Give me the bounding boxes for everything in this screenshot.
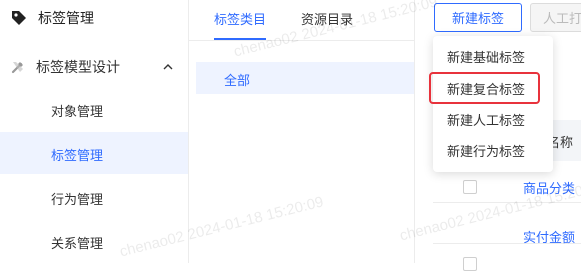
- tag-icon: [12, 11, 26, 25]
- sidebar-item-relation-management[interactable]: 关系管理: [0, 220, 188, 262]
- row-checkbox[interactable]: [463, 180, 477, 194]
- manual-tag-button[interactable]: 人工打: [530, 3, 581, 32]
- new-tag-button[interactable]: 新建标签: [434, 3, 522, 32]
- nav-group-tag-model-design[interactable]: 标签模型设计: [0, 52, 188, 82]
- menu-item-new-behavior-tag[interactable]: 新建行为标签: [447, 141, 525, 160]
- category-item-label: 全部: [224, 73, 251, 88]
- model-tools-icon: [11, 62, 23, 74]
- tab-tag-category[interactable]: 标签类目: [214, 9, 266, 28]
- row-checkbox[interactable]: [463, 257, 477, 271]
- menu-item-new-basic-tag[interactable]: 新建基础标签: [447, 47, 525, 66]
- sidebar-item-object-management[interactable]: 对象管理: [0, 88, 188, 130]
- tag-name-link[interactable]: 商品分类: [523, 178, 575, 197]
- sidebar-item-label: 标签管理: [51, 148, 104, 163]
- brand-title: 标签管理: [38, 10, 94, 26]
- category-item-all[interactable]: 全部: [196, 62, 414, 94]
- active-tab-indicator: [214, 38, 266, 40]
- tab-resource-directory[interactable]: 资源目录: [301, 9, 353, 28]
- sidebar-item-label: 关系管理: [51, 236, 104, 251]
- sidebar-item-behavior-management[interactable]: 行为管理: [0, 176, 188, 218]
- menu-item-new-composite-tag[interactable]: 新建复合标签: [447, 79, 525, 98]
- nav-group-label: 标签模型设计: [36, 59, 120, 75]
- menu-item-new-manual-tag[interactable]: 新建人工标签: [447, 110, 525, 129]
- new-tag-dropdown: 新建基础标签 新建复合标签 新建人工标签 新建行为标签: [433, 36, 553, 172]
- tag-name-link[interactable]: 实付金额: [523, 227, 575, 246]
- sidebar-item-tag-management[interactable]: 标签管理: [0, 132, 188, 174]
- brand: 标签管理: [10, 6, 94, 30]
- chevron-up-icon[interactable]: [162, 61, 174, 73]
- sidebar-item-label: 行为管理: [51, 192, 104, 207]
- sidebar: 标签管理 标签模型设计 对象管理 标签管理 行为管理 关系管理: [0, 0, 189, 263]
- category-tabs: 标签类目 资源目录: [189, 0, 414, 41]
- sidebar-item-label: 对象管理: [51, 104, 104, 119]
- panel-divider: [414, 0, 415, 263]
